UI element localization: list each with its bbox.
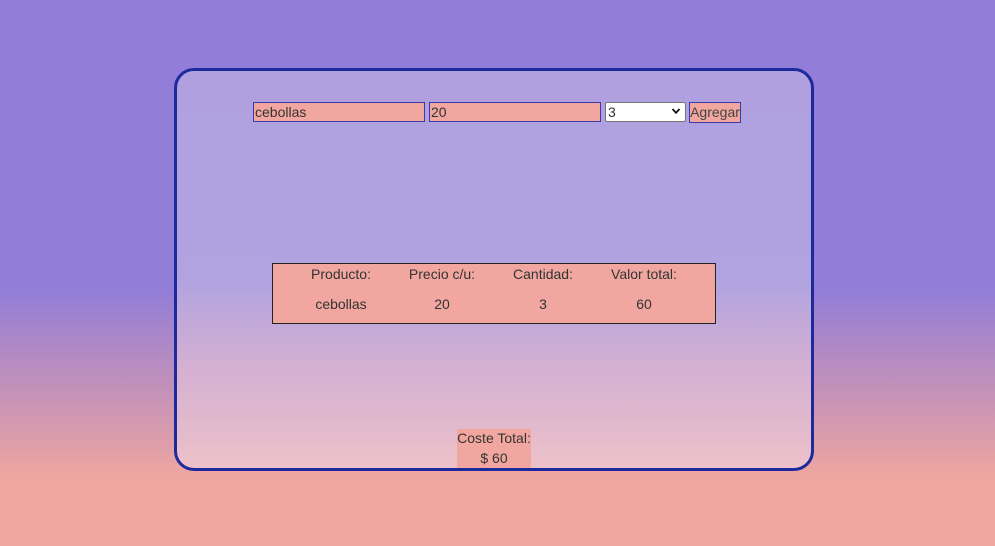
- row-product: cebollas: [315, 296, 367, 312]
- total-cost-value: $ 60: [480, 450, 508, 466]
- header-unit-price: Precio c/u:: [408, 266, 476, 282]
- quantity-select[interactable]: 3: [605, 102, 686, 122]
- total-cost-box: Coste Total: $ 60: [457, 429, 531, 468]
- add-button[interactable]: Agregar: [689, 102, 741, 123]
- total-cost-label: Coste Total:: [457, 430, 531, 446]
- price-input[interactable]: [429, 102, 601, 122]
- row-line-total: 60: [636, 296, 652, 312]
- chevron-down-icon: [671, 108, 681, 115]
- items-table: Producto: Precio c/u: Cantidad: Valor to…: [272, 263, 716, 324]
- header-product: Producto:: [311, 266, 371, 282]
- row-unit-price: 20: [434, 296, 450, 312]
- row-quantity: 3: [539, 296, 547, 312]
- header-line-total: Valor total:: [611, 266, 677, 282]
- cart-card: 3 Agregar Producto: Precio c/u: Cantidad…: [174, 68, 814, 471]
- header-quantity: Cantidad:: [513, 266, 573, 282]
- quantity-select-value: 3: [608, 104, 616, 120]
- product-input[interactable]: [253, 102, 425, 122]
